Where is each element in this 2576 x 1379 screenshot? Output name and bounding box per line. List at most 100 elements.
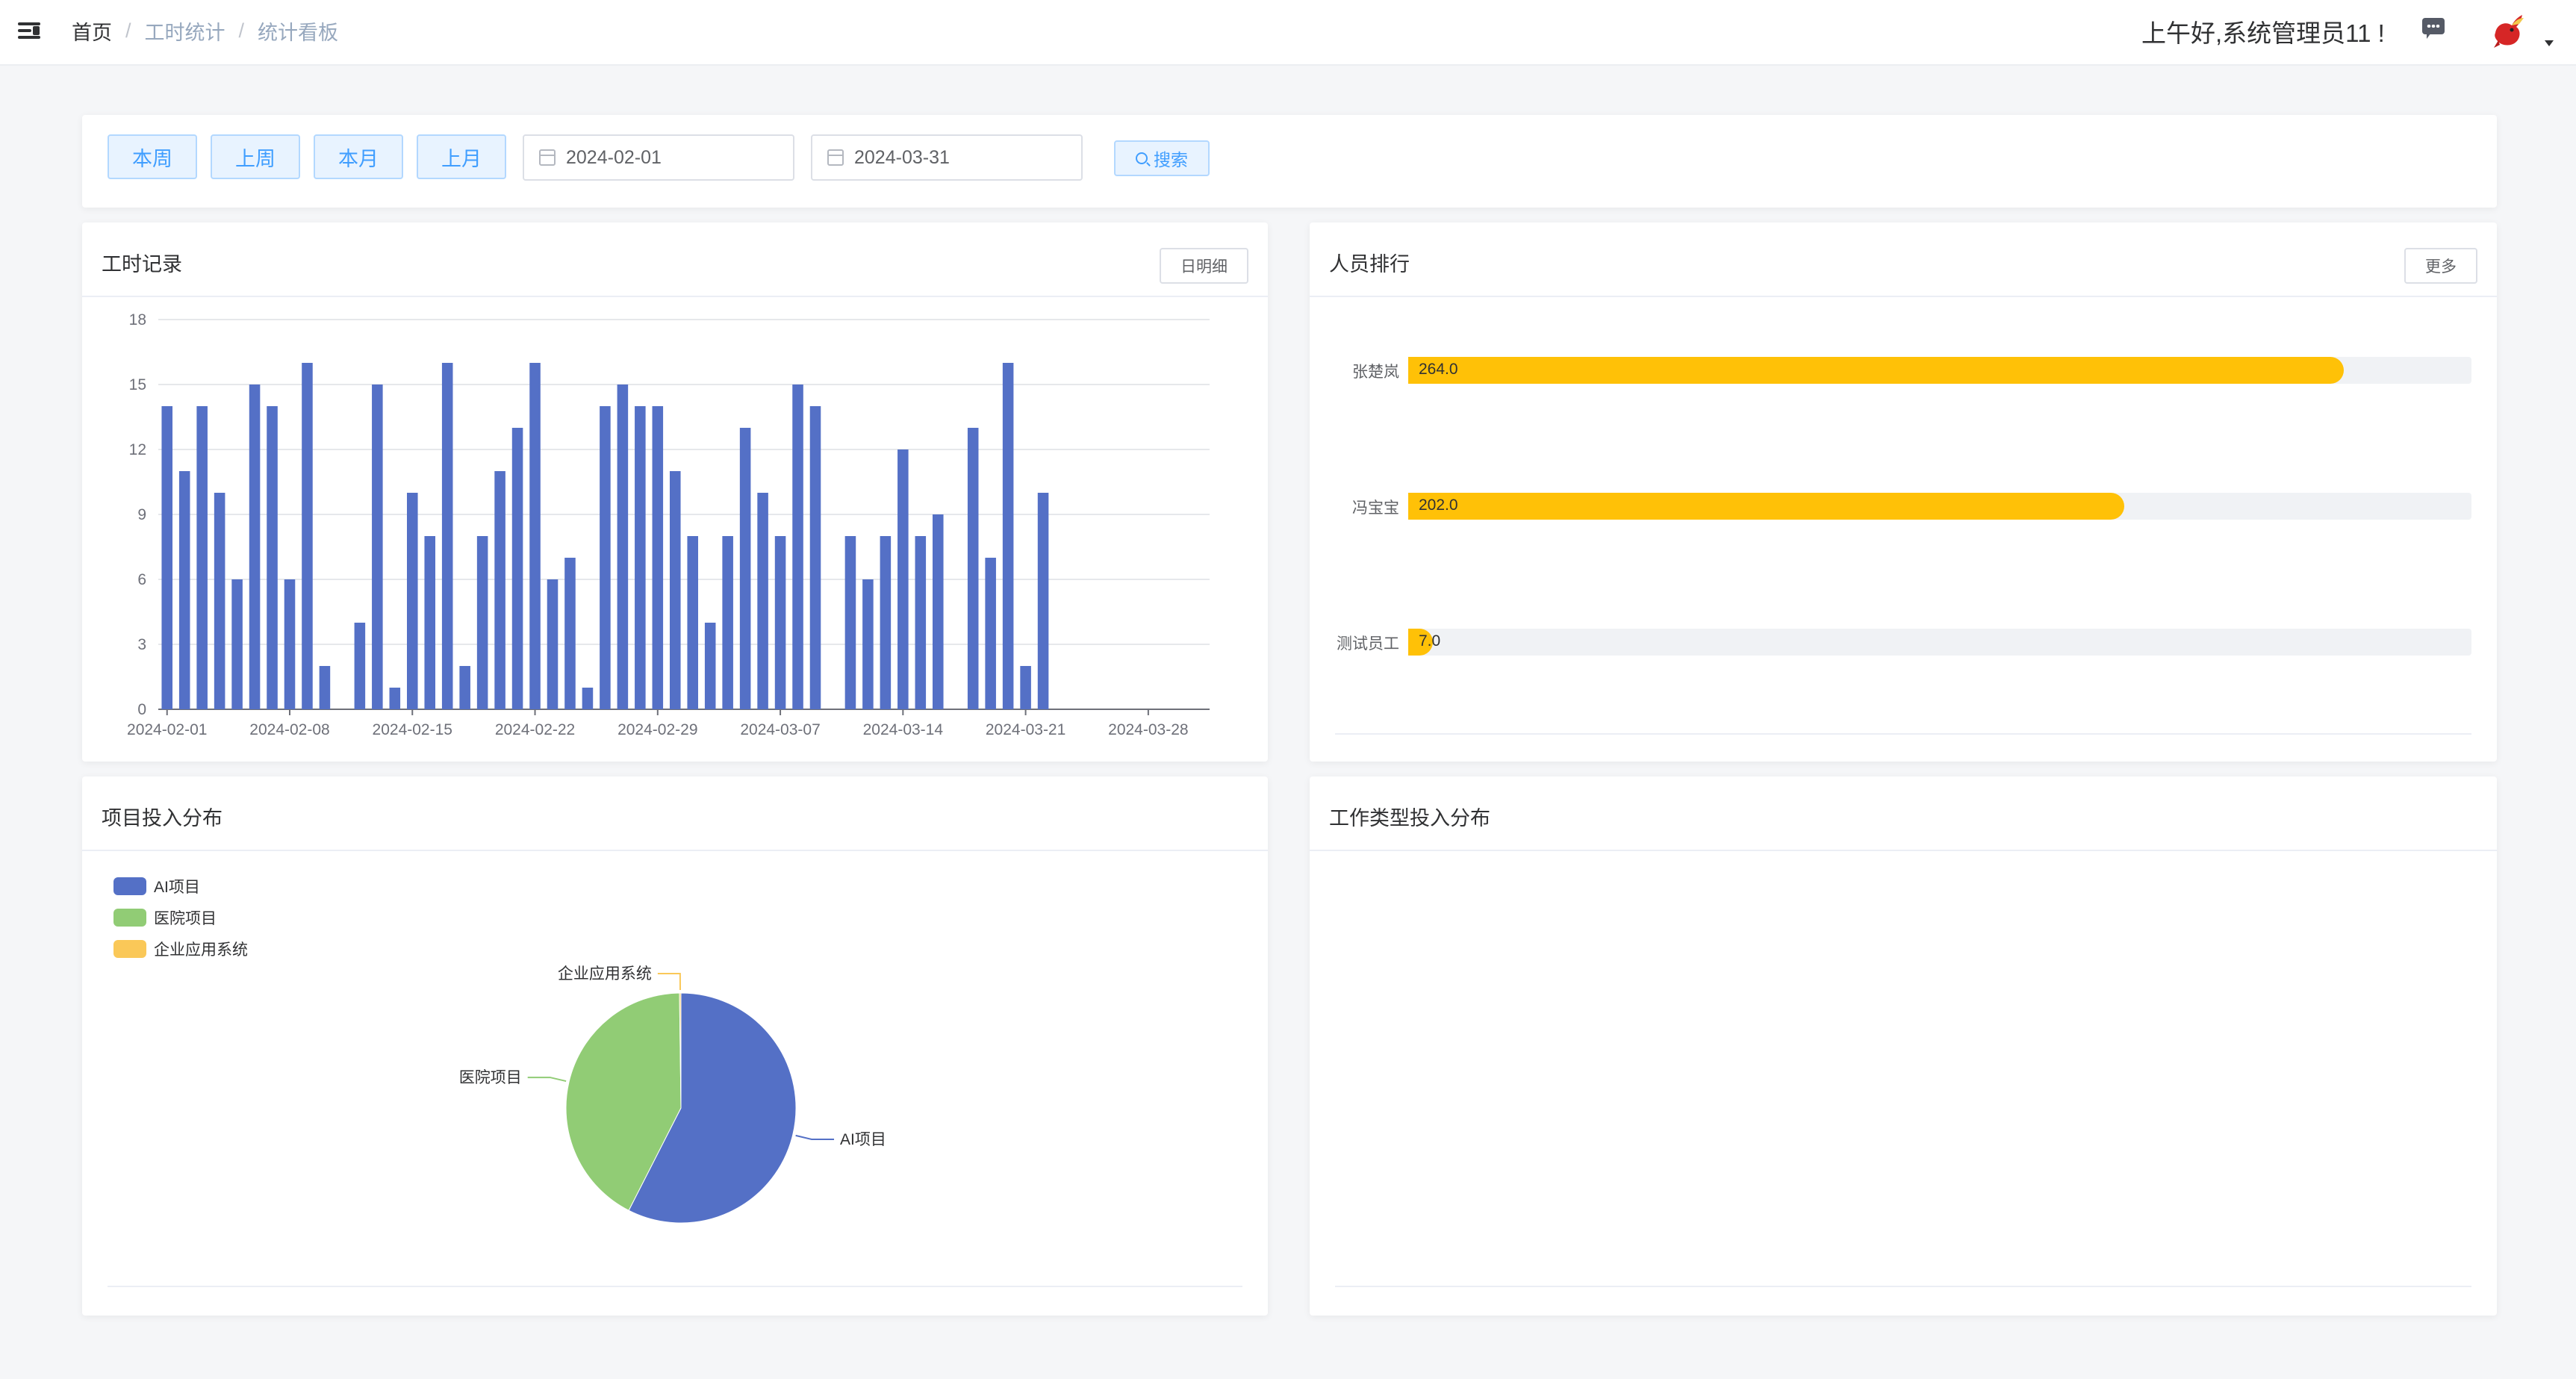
bar-2024-03-22[interactable] <box>1037 493 1049 709</box>
message-icon[interactable] <box>2422 18 2446 39</box>
end-date-field[interactable]: 2024-03-31 <box>811 134 1083 181</box>
bar-2024-02-25[interactable] <box>582 688 594 709</box>
bar-2024-03-18[interactable] <box>967 428 979 709</box>
bar-2024-02-19[interactable] <box>476 536 488 709</box>
breadcrumb-home[interactable]: 首页 <box>72 16 112 46</box>
bar-2024-03-12[interactable] <box>862 579 874 709</box>
bar-2024-02-13[interactable] <box>372 385 383 709</box>
menu-fold-icon[interactable] <box>16 18 42 43</box>
bar-2024-02-21[interactable] <box>511 428 523 709</box>
ranking-bar-fill <box>1408 493 2124 520</box>
x-tick-label: 2024-03-28 <box>1108 721 1188 738</box>
more-button[interactable]: 更多 <box>2404 248 2477 284</box>
bar-2024-03-15[interactable] <box>915 536 927 709</box>
x-tick-label: 2024-02-08 <box>249 721 329 738</box>
this-week-button[interactable]: 本周 <box>108 134 197 179</box>
work-hours-bar-chart: 0 3 6 9 12 15 18 2024-02-01 2024-02-08 2024-02-15… <box>127 311 1210 738</box>
x-tick-label: 2024-02-22 <box>495 721 575 738</box>
bar-2024-02-23[interactable] <box>547 579 559 709</box>
ranking-name: 冯宝宝 <box>1352 499 1399 517</box>
search-icon <box>1136 152 1148 164</box>
bar-2024-03-04[interactable] <box>722 536 733 709</box>
card-header: 工作类型投入分布 <box>1310 776 2497 851</box>
bar-2024-03-08[interactable] <box>792 385 803 709</box>
calendar-icon <box>539 149 556 166</box>
bar-2024-02-24[interactable] <box>564 558 576 709</box>
ranking-row: 测试员工 7.0 <box>1310 629 2497 656</box>
bar-2024-02-07[interactable] <box>267 406 278 709</box>
bar-2024-03-13[interactable] <box>880 536 892 709</box>
daily-detail-button[interactable]: 日明细 <box>1160 248 1248 284</box>
search-button[interactable]: 搜索 <box>1114 140 1210 176</box>
bar-2024-02-10[interactable] <box>319 666 331 709</box>
last-week-button[interactable]: 上周 <box>211 134 300 179</box>
card-header: 工时记录 日明细 <box>82 222 1268 297</box>
y-tick-label: 12 <box>129 441 146 458</box>
bar-2024-02-12[interactable] <box>354 623 366 709</box>
divider <box>1335 1286 2471 1287</box>
work-records-title: 工时记录 <box>102 253 182 276</box>
avatar-image <box>2494 15 2524 48</box>
last-month-button[interactable]: 上月 <box>417 134 506 179</box>
bar-2024-02-05[interactable] <box>231 579 243 709</box>
bar-2024-03-06[interactable] <box>757 493 768 709</box>
ranking-row: 张楚岚 264.0 <box>1310 357 2497 384</box>
calendar-icon <box>827 149 844 166</box>
bar-2024-03-05[interactable] <box>739 428 751 709</box>
bar-2024-03-02[interactable] <box>687 536 699 709</box>
start-date-value: 2024-02-01 <box>566 146 662 168</box>
bar-2024-02-17[interactable] <box>441 363 453 709</box>
bar-2024-02-20[interactable] <box>494 471 505 709</box>
bar-2024-02-18[interactable] <box>459 666 470 709</box>
project-distribution-card: 项目投入分布 AI项目 医院项目 企业应用系统 AI项目 医院项目 企业应用系统 <box>82 776 1268 1316</box>
bar-2024-02-15[interactable] <box>406 493 418 709</box>
worktype-distribution-card: 工作类型投入分布 <box>1310 776 2497 1316</box>
bar-2024-02-04[interactable] <box>214 493 225 709</box>
staff-ranking-card: 人员排行 更多 张楚岚 264.0 冯宝宝 202.0 测试员工 7.0 <box>1310 222 2497 762</box>
bar-2024-02-01[interactable] <box>161 406 173 709</box>
filter-bar: 本周 上周 本月 上月 2024-02-01 2024-03-31 搜索 <box>82 115 2497 208</box>
divider <box>1335 733 2471 735</box>
bar-2024-02-29[interactable] <box>652 406 664 709</box>
bar-2024-03-09[interactable] <box>809 406 821 709</box>
bar-2024-03-03[interactable] <box>704 623 716 709</box>
bar-2024-02-26[interactable] <box>600 406 611 709</box>
bar-2024-02-09[interactable] <box>302 363 313 709</box>
x-tick-label: 2024-03-07 <box>740 721 820 738</box>
bar-2024-03-21[interactable] <box>1020 666 1031 709</box>
bar-2024-03-11[interactable] <box>844 536 856 709</box>
top-navbar: 首页 / 工时统计 / 统计看板 上午好,系统管理员11 ! <box>0 0 2576 66</box>
bar-2024-02-08[interactable] <box>284 579 296 709</box>
bar-2024-03-19[interactable] <box>985 558 996 709</box>
chevron-down-icon[interactable] <box>2545 40 2554 46</box>
bar-2024-02-22[interactable] <box>529 363 541 709</box>
bar-2024-02-02[interactable] <box>178 471 190 709</box>
bar-2024-02-27[interactable] <box>617 385 629 709</box>
ranking-name: 测试员工 <box>1337 635 1399 653</box>
bar-2024-02-06[interactable] <box>249 385 261 709</box>
bar-2024-03-16[interactable] <box>932 514 944 709</box>
avatar[interactable] <box>2489 10 2527 51</box>
user-greeting: 上午好,系统管理员11 ! <box>2141 19 2385 47</box>
work-records-card: 工时记录 日明细 0 3 6 9 12 15 18 2024-02-01 2024-02-08 2… <box>82 222 1268 762</box>
start-date-field[interactable]: 2024-02-01 <box>523 134 794 181</box>
bar-2024-03-14[interactable] <box>897 449 909 709</box>
worktype-distribution-title: 工作类型投入分布 <box>1329 807 1490 829</box>
card-header: 人员排行 更多 <box>1310 222 2497 297</box>
bar-2024-02-16[interactable] <box>424 536 436 709</box>
bar-2024-03-01[interactable] <box>669 471 681 709</box>
ranking-bar-track: 7.0 <box>1408 629 2471 656</box>
bar-2024-03-20[interactable] <box>1002 363 1014 709</box>
bar-2024-03-07[interactable] <box>774 536 786 709</box>
ranking-value: 7.0 <box>1419 632 1441 650</box>
y-tick-label: 15 <box>129 376 146 393</box>
bar-2024-02-03[interactable] <box>196 406 208 709</box>
breadcrumb-worktime-stats[interactable]: 工时统计 <box>145 16 225 46</box>
breadcrumb: 首页 / 工时统计 / 统计看板 <box>72 16 338 46</box>
bar-2024-02-14[interactable] <box>389 688 401 709</box>
y-tick-label: 9 <box>137 506 146 523</box>
this-month-button[interactable]: 本月 <box>314 134 403 179</box>
y-tick-label: 18 <box>129 311 146 329</box>
bar-2024-02-28[interactable] <box>635 406 646 709</box>
project-distribution-title: 项目投入分布 <box>102 807 223 829</box>
